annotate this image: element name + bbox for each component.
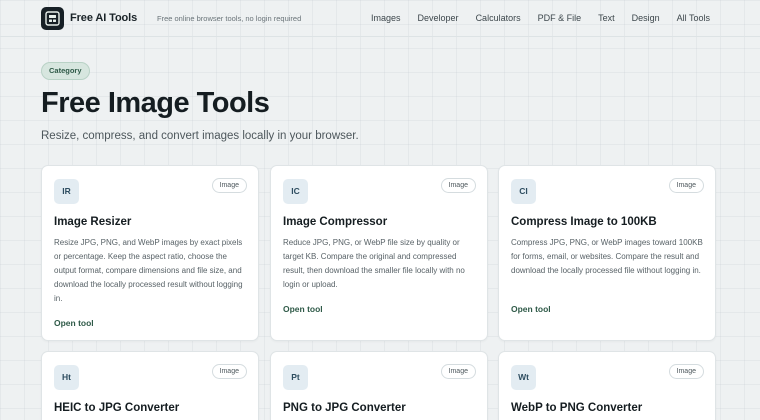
tool-title: PNG to JPG Converter — [283, 402, 406, 414]
tool-title: HEIC to JPG Converter — [54, 402, 180, 414]
tool-card-compress-100kb[interactable]: CI Image Compress Image to 100KB Compres… — [498, 165, 716, 341]
tool-type-badge: Image — [668, 364, 704, 379]
tool-abbr-icon: CI — [511, 179, 536, 204]
tool-abbr-icon: IC — [283, 179, 308, 204]
tool-title: Image Resizer — [54, 216, 132, 228]
nav-developer[interactable]: Developer — [418, 13, 459, 23]
tool-abbr-icon: IR — [54, 179, 79, 204]
nav-images[interactable]: Images — [371, 13, 401, 23]
tool-title: Image Compressor — [283, 216, 388, 228]
tool-card-heic-to-jpg[interactable]: Ht Image HEIC to JPG Converter — [41, 351, 259, 420]
nav-pdf-file[interactable]: PDF & File — [538, 13, 582, 23]
site-tagline: Free online browser tools, no login requ… — [157, 14, 302, 23]
open-tool-link[interactable]: Open tool — [511, 304, 551, 314]
tool-abbr-icon: Ht — [54, 365, 79, 390]
tool-title: Compress Image to 100KB — [511, 216, 657, 228]
brand-name[interactable]: Free AI Tools — [70, 12, 137, 24]
tool-title: WebP to PNG Converter — [511, 402, 643, 414]
tool-card-webp-to-png[interactable]: Wt Image WebP to PNG Converter — [498, 351, 716, 420]
nav-all-tools[interactable]: All Tools — [677, 13, 710, 23]
nav-design[interactable]: Design — [632, 13, 660, 23]
tool-description: Compress JPG, PNG, or WebP images toward… — [511, 238, 703, 275]
tool-description: Resize JPG, PNG, and WebP images by exac… — [54, 238, 243, 303]
page-subtitle: Resize, compress, and convert images loc… — [41, 130, 359, 142]
tool-type-badge: Image — [668, 178, 704, 193]
tool-abbr-icon: Wt — [511, 365, 536, 390]
tool-card-image-resizer[interactable]: IR Image Image Resizer Resize JPG, PNG, … — [41, 165, 259, 341]
main-nav: Images Developer Calculators PDF & File … — [354, 13, 710, 23]
tool-type-badge: Image — [211, 178, 247, 193]
tool-card-png-to-jpg[interactable]: Pt Image PNG to JPG Converter — [270, 351, 488, 420]
open-tool-link[interactable]: Open tool — [54, 318, 94, 328]
open-tool-link[interactable]: Open tool — [283, 304, 323, 314]
tool-type-badge: Image — [211, 364, 247, 379]
tool-type-badge: Image — [440, 178, 476, 193]
nav-calculators[interactable]: Calculators — [476, 13, 521, 23]
tool-abbr-icon: Pt — [283, 365, 308, 390]
nav-text[interactable]: Text — [598, 13, 615, 23]
tool-type-badge: Image — [440, 364, 476, 379]
site-header: Free AI Tools Free online browser tools,… — [0, 0, 760, 37]
logo-icon[interactable] — [41, 7, 64, 30]
page-title: Free Image Tools — [41, 87, 270, 119]
category-badge: Category — [41, 62, 90, 80]
tool-description: Reduce JPG, PNG, or WebP file size by qu… — [283, 238, 465, 289]
tool-card-image-compressor[interactable]: IC Image Image Compressor Reduce JPG, PN… — [270, 165, 488, 341]
